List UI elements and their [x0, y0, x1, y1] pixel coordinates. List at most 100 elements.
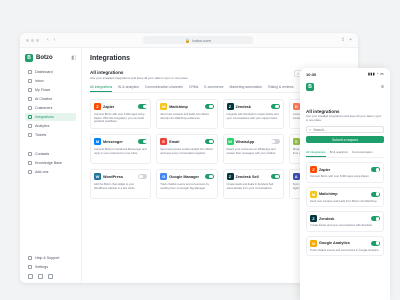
integration-card-zapier[interactable]: Z Zapier Connect Botzo with over 6,000 app…: [90, 99, 152, 129]
tab-bi-analytics[interactable]: BI & analytics: [330, 150, 348, 157]
brand-name: Botzo: [36, 55, 53, 61]
mobile-preview: 10:30 ▮▮▮ ◔ ▭ B ≡ All integrations Use y…: [300, 68, 390, 300]
minimize-dot[interactable]: [31, 38, 34, 42]
zendesk-logo-icon: Z: [226, 103, 234, 110]
mobile-time: 10:30: [306, 72, 317, 77]
integration-name: Email: [169, 139, 180, 144]
maximize-dot[interactable]: [36, 38, 39, 42]
sidebar-item-label: Knowledge Base: [35, 161, 62, 165]
sidebar-item-add-ons[interactable]: Add-ons: [25, 168, 76, 176]
zendesk-logo-icon: Z: [310, 215, 317, 223]
integration-name: WordPress: [103, 174, 123, 179]
tickets-icon: [28, 133, 32, 137]
integration-card-mailchimp[interactable]: M Mailchimp Send new contacts and leads fr…: [156, 99, 218, 129]
sidebar-item-label: My Flows: [35, 88, 51, 92]
bell-icon[interactable]: [38, 274, 43, 279]
integration-toggle[interactable]: [138, 104, 148, 109]
logout-icon[interactable]: [48, 274, 53, 279]
integration-card-google-manager[interactable]: G Google Manager Track chatbot events and …: [156, 169, 218, 199]
integration-card-whatsapp[interactable]: W WhatsApp Reach your customers on WhatsAp…: [222, 134, 284, 164]
messenger-logo-icon: M: [94, 138, 101, 145]
integration-toggle[interactable]: [371, 167, 380, 173]
integration-description: Reach your customers on WhatsApp and ans…: [226, 148, 276, 155]
integration-toggle[interactable]: [371, 191, 380, 197]
integration-description: Track chatbot events and conversions by …: [160, 183, 209, 190]
integration-toggle[interactable]: [270, 104, 280, 109]
sidebar-item-integrations[interactable]: Integrations: [25, 113, 76, 121]
tab-bi-analytics[interactable]: BI & analytics: [118, 85, 139, 92]
lock-icon: 🔒: [185, 37, 191, 43]
mobile-search-icon: ⌕: [309, 127, 312, 133]
integration-toggle[interactable]: [138, 139, 148, 144]
hamburger-menu-icon[interactable]: ≡: [381, 84, 384, 90]
sidebar-item-help-support[interactable]: Help & Support: [25, 254, 76, 262]
mobile-search-box[interactable]: ⌕: [306, 126, 384, 134]
add-ons-icon: [28, 170, 32, 174]
integration-description: Create tickets and sync conversations wi…: [310, 224, 373, 228]
sidebar-item-knowledge-base[interactable]: Knowledge Base: [25, 159, 76, 167]
tab-all-integrations[interactable]: All integrations: [306, 150, 326, 158]
integration-card-zendesk[interactable]: Z Zendesk Create tickets and sync conversa…: [306, 211, 384, 232]
sidebar-item-ai-chatbot[interactable]: AI Chatbot: [25, 95, 76, 103]
integration-card-mailchimp[interactable]: M Mailchimp Send new contacts and leads fr…: [306, 186, 384, 208]
sidebar-item-analytics[interactable]: Analytics: [25, 122, 76, 130]
tab-marketing-automation[interactable]: Marketing automation: [230, 85, 263, 92]
mobile-search-input[interactable]: [313, 127, 381, 132]
integration-description: Connect Botzo to Facebook Messenger and …: [94, 148, 147, 155]
tab-all-integrations[interactable]: All integrations: [90, 85, 113, 92]
sidebar-item-tickets[interactable]: Tickets: [25, 131, 76, 139]
tab-crms[interactable]: CRMs: [189, 85, 198, 92]
integrations-icon: [28, 115, 32, 119]
zapier-logo-icon: Z: [310, 166, 317, 174]
integration-toggle[interactable]: [270, 139, 280, 144]
integration-card-messenger[interactable]: M Messenger Connect Botzo to Facebook Mess…: [90, 134, 152, 164]
integration-card-zendesk[interactable]: Z Zendesk Integrate with Zendesk to create…: [222, 99, 284, 129]
address-bar[interactable]: 🔒 botzo.com: [143, 36, 254, 44]
tab-e-commerce[interactable]: E-commerce: [204, 85, 223, 92]
forward-arrow-icon[interactable]: ›: [54, 37, 56, 43]
mailchimp-logo-icon: M: [310, 190, 317, 198]
integration-toggle[interactable]: [371, 216, 380, 222]
integration-toggle[interactable]: [204, 139, 214, 144]
sidebar-item-my-flows[interactable]: My Flows: [25, 86, 76, 94]
integration-card-zapier[interactable]: Z Zapier Connect Botzo with over 6,000 app…: [306, 162, 384, 183]
integration-toggle[interactable]: [138, 174, 148, 179]
inbox-icon: [28, 79, 32, 83]
submit-request-button[interactable]: Submit a request: [306, 136, 384, 144]
tab-communication[interactable]: Communication: [352, 150, 373, 157]
integration-name: Zendesk: [319, 216, 335, 221]
tab-communication-channels[interactable]: Communication channels: [145, 85, 183, 92]
share-icon[interactable]: ⇪: [341, 37, 345, 43]
integration-toggle[interactable]: [204, 104, 214, 109]
brand: B Botzo ◧: [25, 54, 76, 62]
integration-name: Zapier: [319, 167, 331, 172]
sidebar-item-inbox[interactable]: Inbox: [25, 77, 76, 85]
tab-rating-reviews[interactable]: Rating & reviews: [268, 85, 293, 92]
sidebar-item-customers[interactable]: Customers: [25, 104, 76, 112]
collapse-sidebar-icon[interactable]: ◧: [71, 55, 76, 61]
browser-toolbar: ‹ › 🔒 botzo.com ⇪ +: [20, 33, 358, 48]
integration-description: Create leads and deals in Zendesk Sell a…: [226, 183, 274, 190]
integration-card-email[interactable]: E Email Send and receive emails straight f…: [156, 134, 218, 164]
integration-toggle[interactable]: [371, 240, 380, 246]
integration-card-google-analytics[interactable]: G Google Analytics Track chatbot events an…: [306, 235, 384, 257]
sidebar-footer: Help & Support Settings: [25, 254, 76, 279]
integration-name: WhatsApp: [235, 139, 255, 144]
agile-crm-logo-icon: A: [292, 173, 300, 180]
sidebar-item-label: Customers: [35, 106, 53, 110]
sidebar: B Botzo ◧ Dashboard Inbox My Flows AI Chatb…: [20, 48, 82, 283]
sidebar-item-label: Inbox: [35, 79, 44, 83]
sidebar-item-contacts[interactable]: Contacts: [25, 150, 76, 158]
mobile-section-description: Use your installed integrations and keep…: [306, 114, 382, 122]
sidebar-item-dashboard[interactable]: Dashboard: [25, 68, 76, 76]
close-dot[interactable]: [26, 38, 29, 42]
back-arrow-icon[interactable]: ‹: [47, 37, 49, 43]
chat-icon[interactable]: [28, 274, 33, 279]
new-tab-icon[interactable]: +: [349, 37, 352, 43]
integration-toggle[interactable]: [270, 174, 280, 179]
sidebar-bottom-nav: Help & Support Settings: [25, 254, 76, 271]
integration-toggle[interactable]: [204, 174, 214, 179]
sidebar-item-settings[interactable]: Settings: [25, 263, 76, 271]
integration-card-wordpress[interactable]: W WordPress Add the Botzo chat widget to y…: [90, 169, 152, 199]
integration-card-zendesk-sell[interactable]: Z Zendesk Sell Create leads and deals in Z…: [222, 169, 284, 199]
